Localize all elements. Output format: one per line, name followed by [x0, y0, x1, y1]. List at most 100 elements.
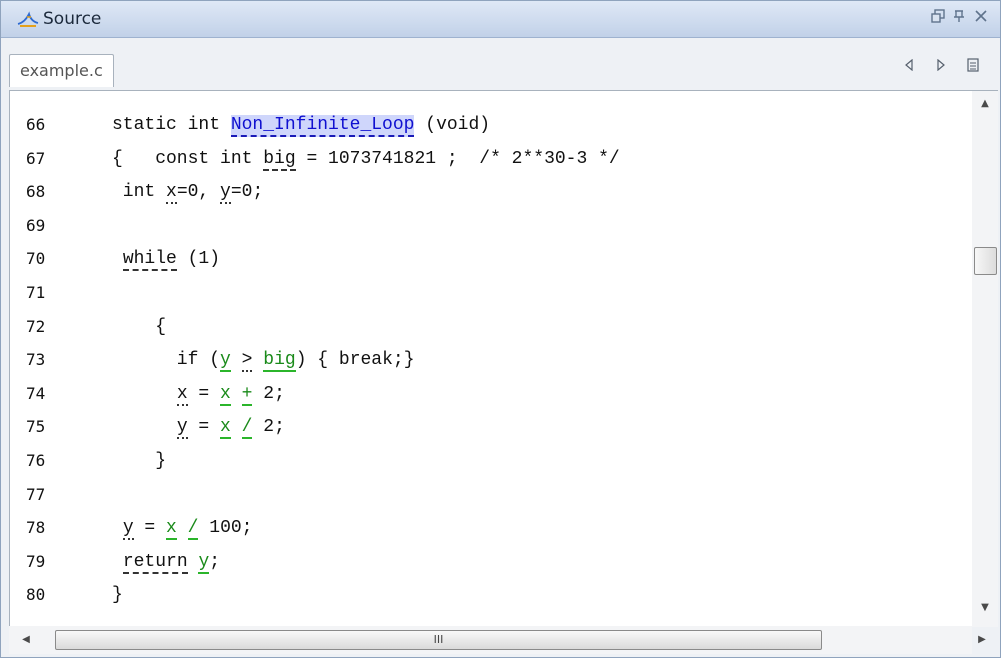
line-number: 77	[26, 484, 46, 504]
code-token: 100;	[198, 518, 253, 539]
code-token: =	[187, 383, 221, 404]
code-token: (void)	[414, 115, 491, 135]
polyspace-logo-icon	[17, 11, 39, 27]
scroll-down-icon[interactable]: ▼	[972, 597, 998, 619]
code-token-dot[interactable]: >	[241, 350, 253, 373]
line-number: 78	[26, 518, 46, 538]
code-token-dash[interactable]: return	[122, 551, 188, 574]
code-token-dot[interactable]: y	[220, 182, 231, 205]
code-line: 74 x = x + 2;	[10, 379, 973, 409]
code-line: 78 y = x / 100;	[10, 513, 973, 543]
code-line: 69	[10, 211, 973, 241]
code-token-dash[interactable]: while	[122, 249, 177, 272]
line-number: 73	[26, 350, 46, 370]
scroll-right-icon[interactable]: ▶	[969, 626, 995, 654]
code-token: static int	[112, 115, 231, 135]
code-token-green[interactable]: /	[241, 417, 253, 440]
code-text: while (1)	[112, 244, 220, 274]
code-token: }	[112, 451, 167, 471]
code-token-dot[interactable]: y	[122, 518, 134, 541]
line-number: 79	[26, 551, 46, 571]
code-token-dot[interactable]: x	[176, 383, 188, 406]
code-line: 79 return y;	[10, 547, 973, 577]
code-token-green[interactable]: x	[166, 518, 177, 541]
code-token-dot[interactable]: x	[166, 182, 177, 205]
code-token: }	[112, 585, 123, 606]
line-number: 66	[26, 115, 46, 134]
code-line: 67 { const int big = 1073741821 ; /* 2**3…	[10, 144, 973, 174]
code-text: { const int big = 1073741821 ; /* 2**30-…	[112, 144, 620, 174]
code-line: 68 int x=0, y=0;	[10, 177, 973, 207]
list-icon[interactable]	[963, 58, 983, 78]
line-number: 72	[26, 316, 46, 336]
previous-icon[interactable]	[899, 58, 919, 78]
horizontal-scrollbar[interactable]: ◀ III ▶	[9, 626, 986, 654]
code-token-dot[interactable]: y	[176, 417, 188, 440]
line-number: 70	[26, 249, 46, 269]
code-token-green[interactable]: y	[198, 551, 210, 574]
line-number: 68	[26, 182, 46, 202]
close-icon[interactable]	[971, 9, 991, 29]
code-token-green[interactable]: x	[220, 417, 231, 440]
code-token: int	[112, 182, 167, 203]
code-token: ;	[209, 551, 221, 572]
code-token: (1)	[176, 249, 221, 270]
pin-icon[interactable]	[949, 9, 969, 29]
code-line: 72 {	[10, 312, 973, 342]
code-token-green[interactable]: +	[241, 383, 253, 406]
code-token: 2;	[252, 383, 285, 404]
code-token-dash[interactable]: big	[263, 148, 296, 171]
horizontal-scroll-thumb[interactable]: III	[55, 630, 822, 650]
code-line: 70 while (1)	[10, 244, 973, 274]
code-token: =0,	[176, 182, 221, 203]
code-line: 66 static int Non_Infinite_Loop (void)	[10, 110, 973, 140]
vertical-scroll-thumb[interactable]	[974, 247, 997, 275]
code-token-green[interactable]: x	[220, 383, 231, 406]
window-title: Source	[43, 9, 102, 29]
code-line: 80}	[10, 580, 973, 610]
line-number: 76	[26, 451, 46, 470]
code-token: {	[112, 316, 167, 337]
code-text: int x=0, y=0;	[112, 177, 263, 207]
tab-example-c[interactable]: example.c	[9, 54, 114, 87]
code-token-hl[interactable]: Non_Infinite_Loop	[230, 115, 415, 137]
code-token-green[interactable]: y	[220, 350, 231, 373]
code-token-green[interactable]: big	[263, 350, 296, 373]
line-number: 80	[26, 585, 46, 605]
code-token-green[interactable]: /	[187, 518, 199, 541]
code-text: if (y > big) { break;}	[112, 345, 415, 375]
scroll-up-icon[interactable]: ▲	[972, 93, 998, 115]
next-icon[interactable]	[931, 58, 951, 78]
source-window: Source example.c 66 static int Non_Infini…	[0, 0, 1001, 658]
source-editor[interactable]: 66 static int Non_Infinite_Loop (void) 67 {…	[9, 90, 973, 627]
line-number: 74	[26, 383, 46, 403]
line-number: 71	[26, 283, 46, 302]
code-token: =	[187, 417, 221, 438]
code-text: }	[112, 446, 166, 476]
vertical-scrollbar[interactable]: ▲ ▼	[972, 90, 998, 627]
code-text: return y;	[112, 547, 220, 577]
code-token: if (	[112, 350, 221, 371]
code-line: 76 }	[10, 446, 973, 476]
code-token: { const int	[112, 148, 264, 169]
code-token: = 1073741821 ; /* 2**30-3 */	[295, 148, 620, 169]
restore-icon[interactable]	[928, 9, 948, 29]
code-text: x = x + 2;	[112, 379, 285, 409]
code-line: 77	[10, 480, 973, 510]
scroll-left-icon[interactable]: ◀	[13, 626, 39, 654]
line-number: 75	[26, 417, 46, 437]
line-number: 67	[26, 148, 46, 168]
code-text: static int Non_Infinite_Loop (void)	[112, 110, 490, 140]
code-text: y = x / 2;	[112, 412, 285, 442]
code-text: {	[112, 312, 166, 342]
